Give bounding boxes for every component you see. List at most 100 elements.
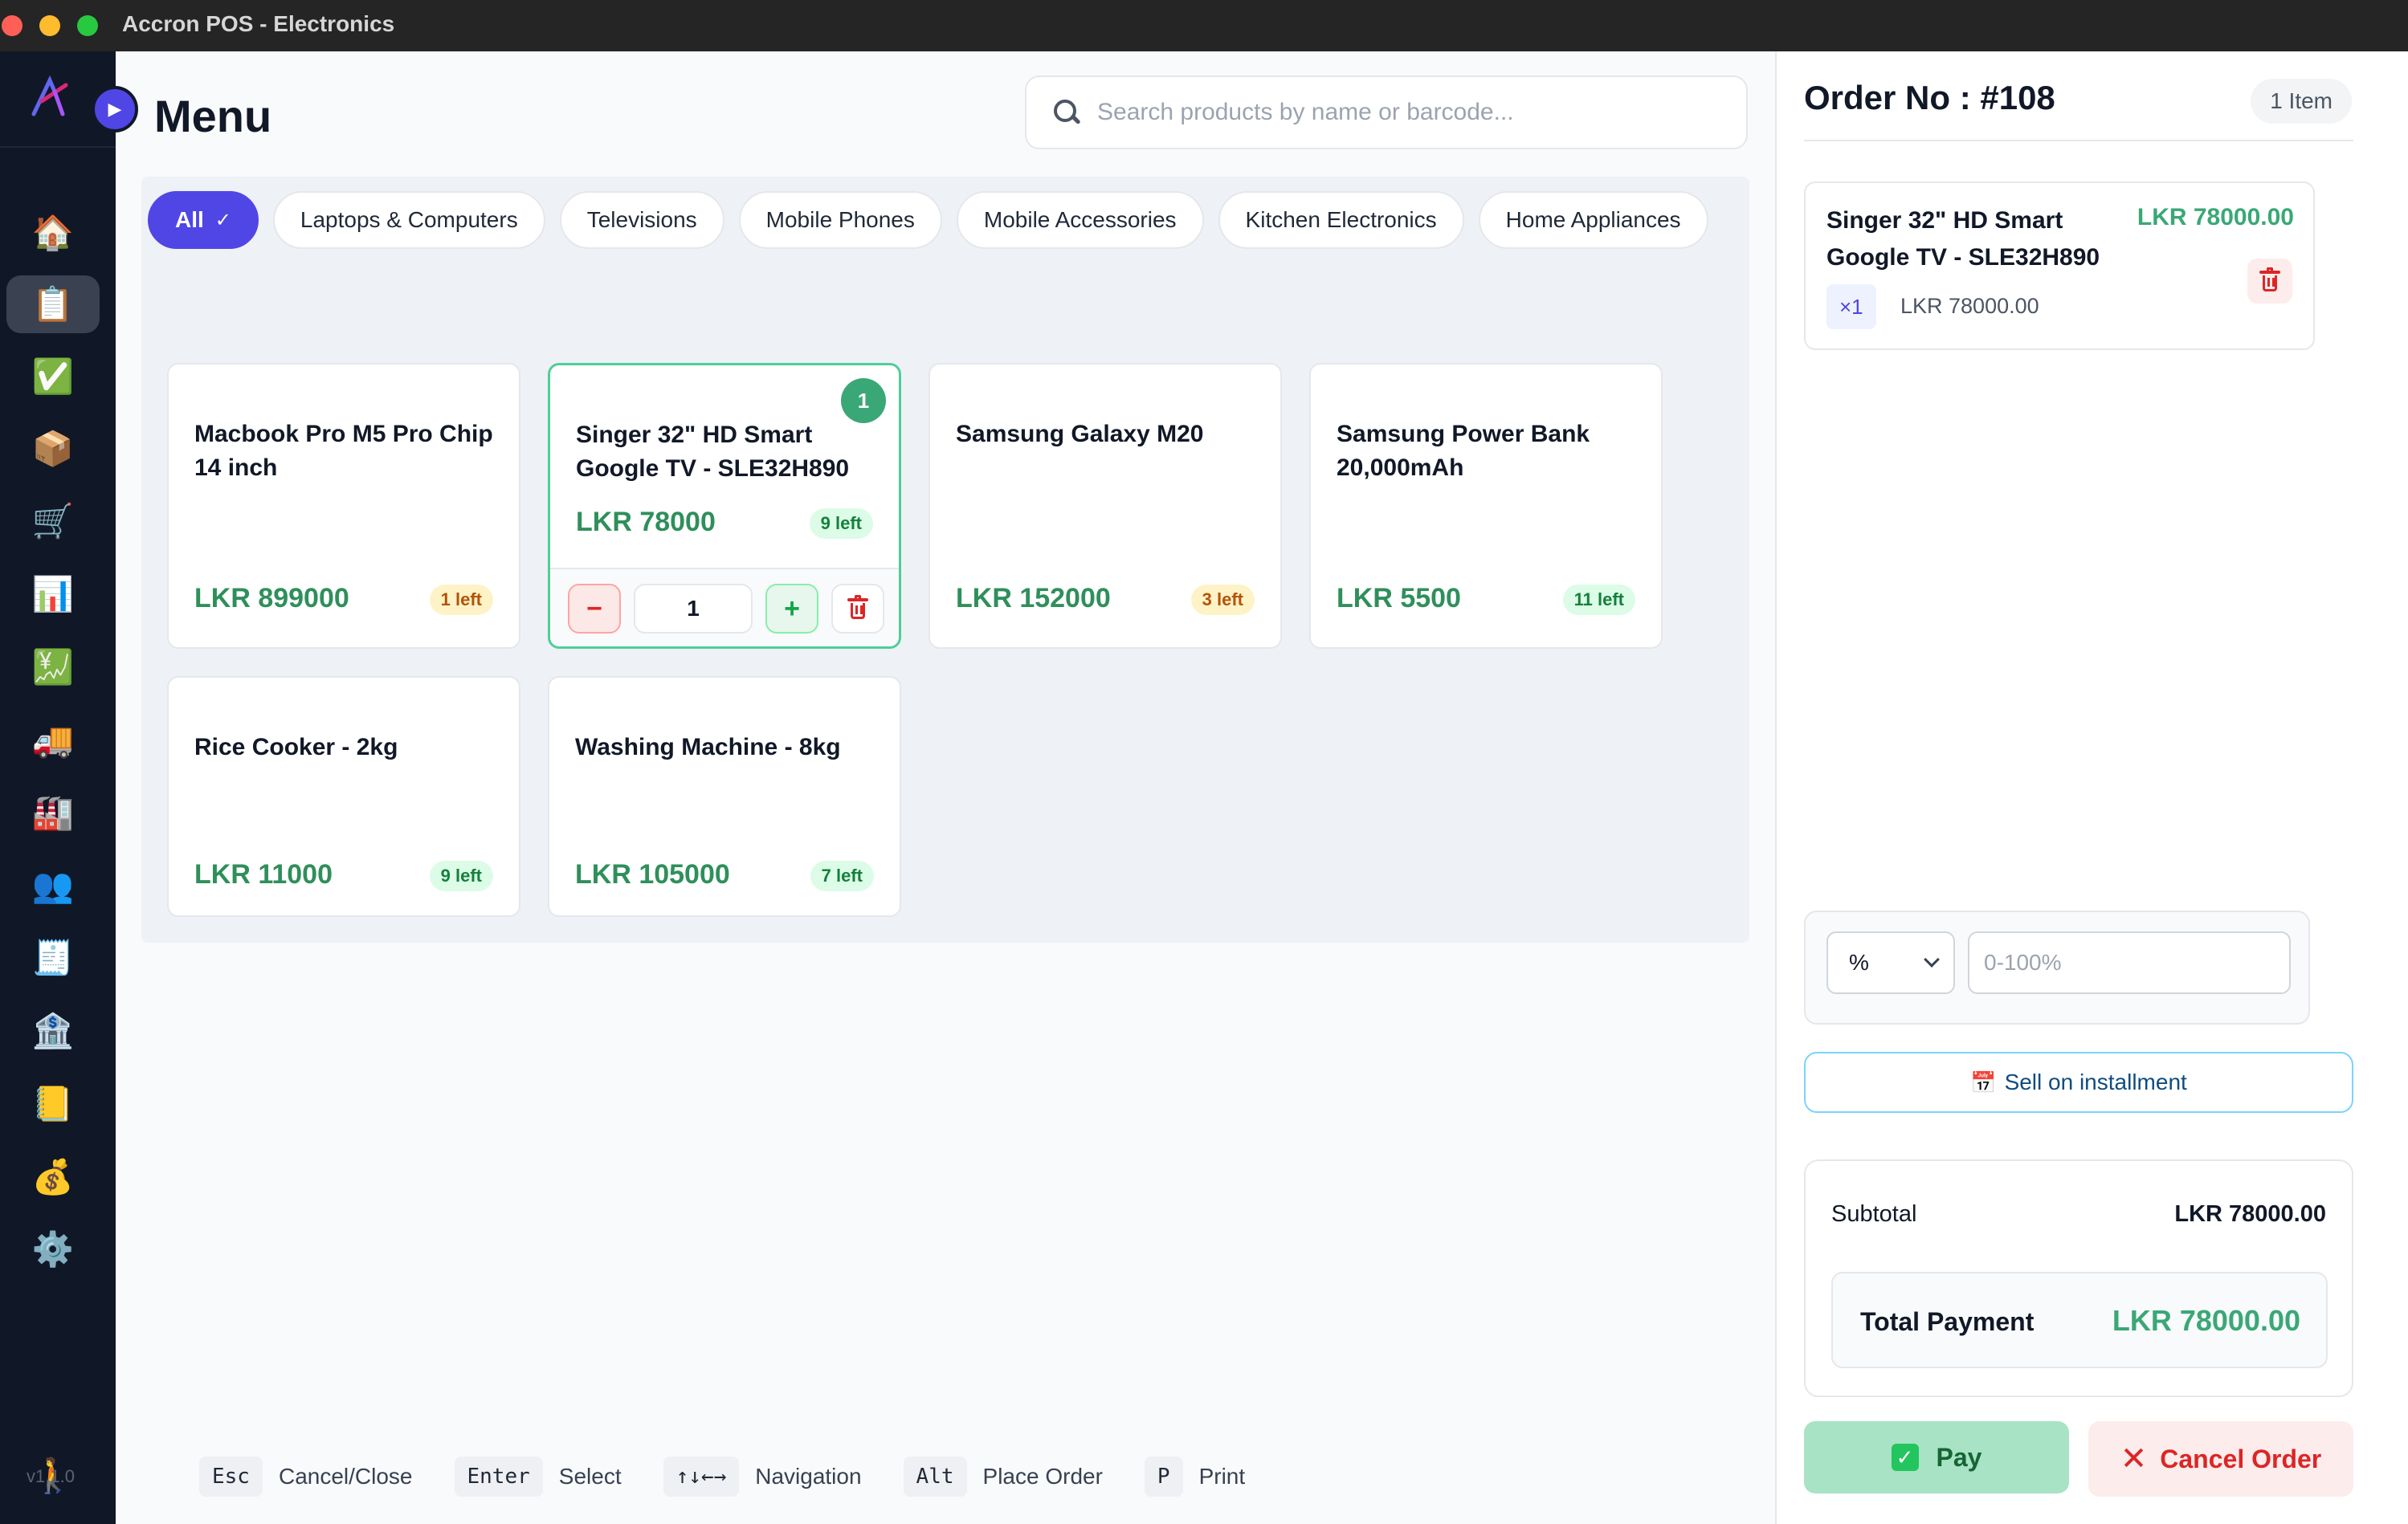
clipboard-glyph: 📋: [31, 285, 75, 323]
shortcut-label: Print: [1198, 1464, 1246, 1489]
bank-glyph: 🏦: [31, 1012, 75, 1049]
cart-icon[interactable]: 🛒: [6, 492, 100, 550]
category-chip[interactable]: Home Appliances: [1478, 191, 1708, 249]
order-divider: [1804, 140, 2353, 141]
check-icon[interactable]: ✅: [6, 348, 100, 405]
app-version: v1.1.0: [27, 1466, 75, 1486]
search-input[interactable]: [1097, 99, 1740, 126]
shortcut-hint: ↑↓←→ Navigation: [663, 1457, 862, 1497]
sell-on-installment-button[interactable]: 📅 Sell on installment: [1804, 1052, 2353, 1113]
category-chip[interactable]: All ✓: [148, 191, 259, 249]
remove-line-item-button[interactable]: [2247, 259, 2292, 304]
order-panel: Order No : #108 1 Item Singer 32" HD Sma…: [1775, 51, 2408, 1524]
product-card[interactable]: Rice Cooker - 2kg LKR 11000 9 left: [167, 676, 520, 917]
home-icon[interactable]: 🏠: [6, 204, 100, 262]
shortcut-hint: Esc Cancel/Close: [199, 1457, 413, 1497]
stock-badge: 9 left: [809, 508, 873, 539]
category-label: Televisions: [586, 207, 697, 232]
shortcut-hint: Alt Place Order: [903, 1457, 1103, 1497]
shortcut-key: P: [1144, 1457, 1183, 1497]
total-payment-value: LKR 78000.00: [2112, 1304, 2300, 1337]
increase-qty-button[interactable]: +: [765, 584, 818, 634]
quantity-field[interactable]: 1: [634, 584, 753, 634]
stock-badge: 11 left: [1562, 585, 1635, 615]
play-icon: ▶: [108, 99, 122, 119]
remove-from-cart-button[interactable]: [831, 584, 884, 634]
factory-icon[interactable]: 🏭: [6, 784, 100, 841]
product-card[interactable]: Singer 32" HD Smart Google TV - SLE32H89…: [548, 363, 901, 649]
calendar-icon: 📅: [1970, 1070, 1997, 1094]
total-payment-label: Total Payment: [1860, 1307, 2035, 1336]
maximize-window-button[interactable]: [77, 15, 98, 36]
product-name: Macbook Pro M5 Pro Chip 14 inch: [194, 421, 493, 481]
bar-chart-icon[interactable]: 📊: [6, 565, 100, 623]
shortcut-hint: P Print: [1144, 1457, 1246, 1497]
category-label: Laptops & Computers: [300, 207, 518, 232]
sidebar: 🏠 📋 ✅ 📦 🛒 📊 💹 🚚 🏭 👥 🧾 🏦 📒 💰 ⚙️ 🚶 v1.1.0: [0, 51, 116, 1524]
discount-input[interactable]: [1968, 931, 2291, 994]
page-title: Menu: [154, 91, 272, 141]
notepad-icon[interactable]: 📒: [6, 1075, 100, 1133]
decrease-qty-button[interactable]: −: [568, 584, 621, 634]
category-label: Mobile Accessories: [983, 207, 1177, 232]
product-price: LKR 11000: [194, 859, 333, 890]
product-name: Samsung Galaxy M20: [956, 421, 1204, 447]
discount-type-value: %: [1849, 950, 1869, 975]
sidebar-toggle-button[interactable]: ▶: [92, 86, 138, 132]
shortcut-label: Navigation: [755, 1464, 862, 1489]
truck-icon[interactable]: 🚚: [6, 711, 100, 769]
category-chip[interactable]: Televisions: [559, 191, 724, 249]
product-name: Samsung Power Bank 20,000mAh: [1337, 421, 1590, 481]
factory-glyph: 🏭: [31, 793, 75, 831]
discount-section: %: [1804, 911, 2310, 1025]
installment-label: Sell on installment: [2004, 1070, 2187, 1094]
cart-glyph: 🛒: [31, 502, 75, 540]
shortcut-key: Esc: [199, 1457, 263, 1497]
product-card[interactable]: Washing Machine - 8kg LKR 105000 7 left: [548, 676, 901, 917]
chevron-down-icon: [1924, 951, 1940, 968]
cancel-order-button[interactable]: ✕ Cancel Order: [2088, 1421, 2353, 1497]
category-chip[interactable]: Mobile Accessories: [956, 191, 1204, 249]
check-icon: ✓: [214, 209, 231, 231]
category-chip[interactable]: Kitchen Electronics: [1218, 191, 1464, 249]
product-price: LKR 899000: [194, 583, 349, 613]
search-bar[interactable]: [1025, 75, 1748, 149]
product-price: LKR 152000: [956, 583, 1111, 613]
product-price: LKR 5500: [1337, 583, 1461, 613]
menu-panel: Menu All ✓ Laptops & Computers Televisions M…: [116, 51, 1775, 1524]
users-icon[interactable]: 👥: [6, 857, 100, 915]
chart-yen-glyph: 💹: [31, 648, 75, 686]
receipt-glyph: 🧾: [31, 939, 75, 976]
product-price: LKR 78000: [576, 507, 716, 537]
package-icon[interactable]: 📦: [6, 420, 100, 478]
category-chip[interactable]: Mobile Phones: [738, 191, 942, 249]
money-bag-icon[interactable]: 💰: [6, 1148, 100, 1206]
close-window-button[interactable]: [2, 15, 22, 36]
product-card[interactable]: Samsung Power Bank 20,000mAh LKR 5500 11 l…: [1309, 363, 1663, 649]
minimize-window-button[interactable]: [39, 15, 60, 36]
product-catalog: All ✓ Laptops & Computers Televisions Mobile…: [141, 177, 1749, 943]
users-glyph: 👥: [31, 866, 75, 904]
subtotal-label: Subtotal: [1831, 1201, 1917, 1227]
chart-yen-icon[interactable]: 💹: [6, 638, 100, 696]
line-item-unit-price: LKR 78000.00: [1900, 294, 2039, 318]
bank-icon[interactable]: 🏦: [6, 1002, 100, 1060]
app-logo-icon[interactable]: [27, 74, 76, 122]
clipboard-icon[interactable]: 📋: [6, 275, 100, 333]
category-label: All: [175, 207, 204, 232]
stock-badge: 9 left: [429, 861, 493, 891]
total-payment-box: Total Payment LKR 78000.00: [1831, 1272, 2328, 1368]
window-title: Accron POS - Electronics: [122, 11, 395, 36]
bar-chart-glyph: 📊: [31, 575, 75, 613]
discount-type-select[interactable]: %: [1826, 931, 1955, 994]
product-card[interactable]: Samsung Galaxy M20 LKR 152000 3 left: [929, 363, 1282, 649]
product-price: LKR 105000: [575, 859, 730, 890]
close-icon: ✕: [2120, 1441, 2148, 1477]
category-filters: All ✓ Laptops & Computers Televisions Mobile…: [148, 191, 1722, 249]
shortcut-label: Select: [558, 1464, 622, 1489]
product-card[interactable]: Macbook Pro M5 Pro Chip 14 inch LKR 89900…: [167, 363, 520, 649]
receipt-icon[interactable]: 🧾: [6, 929, 100, 987]
pay-button[interactable]: ✓ Pay: [1804, 1421, 2069, 1493]
category-chip[interactable]: Laptops & Computers: [272, 191, 545, 249]
gear-icon[interactable]: ⚙️: [6, 1220, 100, 1278]
